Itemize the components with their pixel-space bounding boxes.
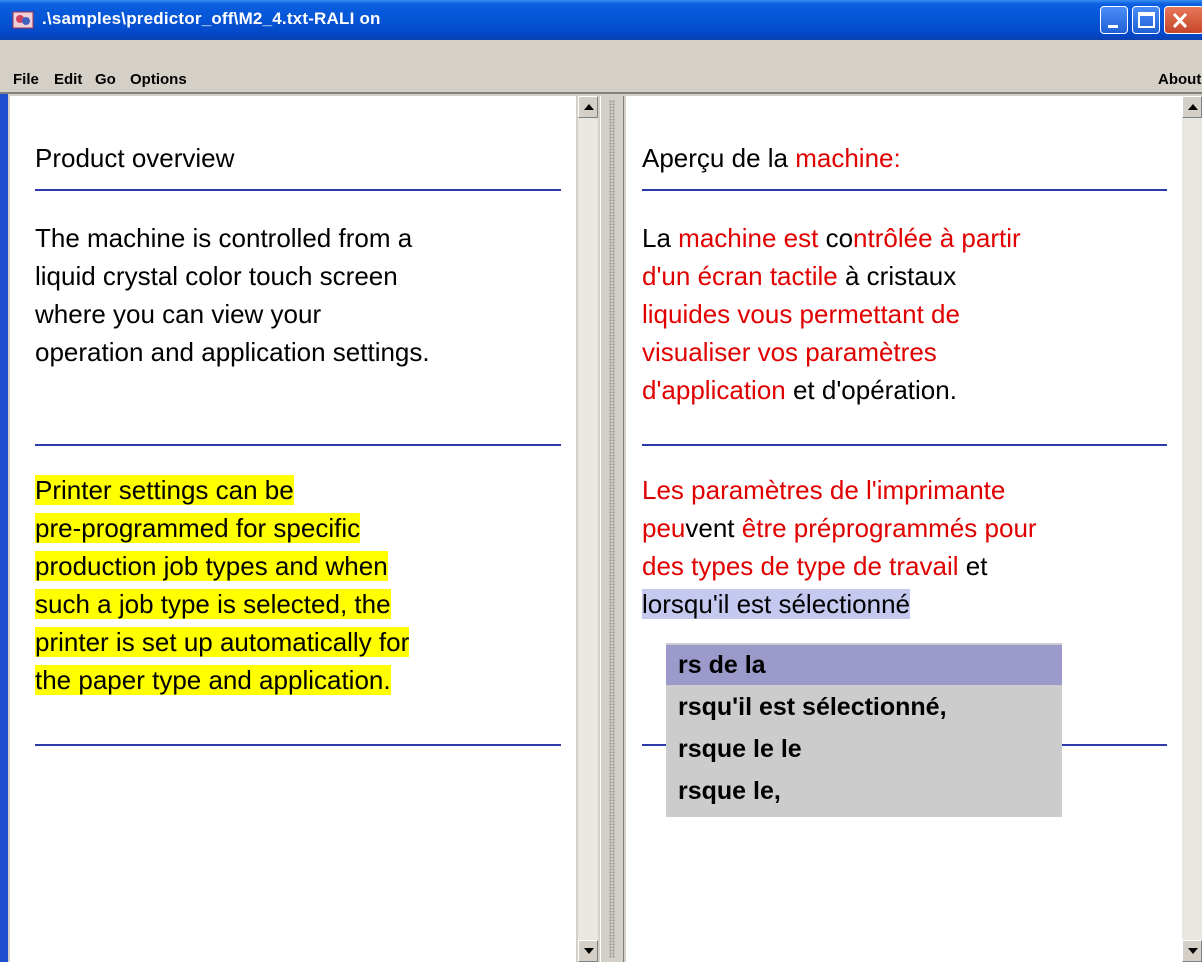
highlighted-source-line: printer is set up automatically for — [35, 623, 410, 661]
source-highlight: printer is set up automatically for — [35, 627, 410, 657]
predicted-text: ntrôlée à partir — [853, 223, 1021, 253]
heading-typed: Aperçu de la — [642, 143, 796, 173]
app-icon[interactable] — [12, 9, 34, 31]
source-line: The machine is controlled from a — [35, 223, 413, 253]
target-line: d'un écran tactile à cristaux — [642, 257, 956, 295]
source-highlight: the paper type and application. — [35, 665, 391, 695]
arrow-up-icon — [584, 104, 594, 110]
typed-text: et d'opération. — [785, 375, 957, 405]
predicted-text: machine est — [678, 223, 819, 253]
highlighted-source-line: Printer settings can be — [35, 471, 294, 509]
menu-edit[interactable]: Edit — [54, 71, 82, 88]
segment-divider — [642, 189, 1167, 191]
target-line: peuvent être préprogrammés pour — [642, 509, 1037, 547]
predicted-text: être préprogrammés pour — [741, 513, 1037, 543]
completion-preview: rsqu'il est sélectionné — [662, 589, 911, 619]
target-line: liquides vous permettant de — [642, 299, 960, 329]
close-button[interactable] — [1164, 6, 1202, 34]
menu-go[interactable]: Go — [95, 71, 116, 88]
highlighted-source-line: production job types and when — [35, 547, 388, 585]
segment-divider — [35, 744, 561, 746]
typed-prefix: lo — [642, 589, 663, 619]
title-bar[interactable]: .\samples\predictor_off\M2_4.txt-RALI on — [0, 0, 1202, 40]
highlighted-source-line: the paper type and application. — [35, 661, 391, 699]
segment-divider — [642, 444, 1167, 446]
menu-options[interactable]: Options — [130, 71, 187, 88]
target-line: des types de type de travail et — [642, 547, 987, 585]
highlighted-source-line: such a job type is selected, the — [35, 585, 391, 623]
menu-separator — [0, 92, 1202, 94]
source-highlight: Printer settings can be — [35, 475, 294, 505]
heading-predicted: machine: — [795, 143, 901, 173]
completion-option[interactable]: rsque le le — [666, 729, 1062, 769]
typed-text: et — [958, 551, 988, 581]
completion-option-selected[interactable]: rs de la — [666, 645, 1062, 685]
scroll-down-button[interactable] — [1182, 940, 1202, 962]
target-line: d'application et d'opération. — [642, 371, 957, 409]
target-line: Les paramètres de l'imprimante — [642, 475, 1006, 505]
segment-divider — [35, 189, 561, 191]
split-pane-divider[interactable] — [600, 96, 624, 962]
current-input-highlight: lorsqu'il est sélectionné — [642, 589, 911, 619]
source-line: liquid crystal color touch screen — [35, 261, 398, 291]
completion-popup[interactable]: rs de la rsqu'il est sélectionné, rsque … — [666, 643, 1062, 817]
source-highlight: pre-programmed for specific — [35, 513, 361, 543]
arrow-down-icon — [1188, 948, 1198, 954]
predicted-text: des types de type de travail — [642, 551, 959, 581]
close-icon — [1172, 12, 1188, 29]
menu-bar: File Edit Go Options About — [0, 40, 1202, 90]
target-heading: Aperçu de la machine: — [642, 139, 901, 177]
minimize-icon — [1108, 25, 1118, 28]
window-title: .\samples\predictor_off\M2_4.txt-RALI on — [42, 9, 381, 28]
predicted-text: d'application — [642, 375, 786, 405]
current-input-line[interactable]: lorsqu'il est sélectionné — [642, 585, 911, 623]
predicted-text: d'un écran tactile — [642, 261, 838, 291]
arrow-up-icon — [1188, 104, 1198, 110]
highlighted-source-line: pre-programmed for specific — [35, 509, 361, 547]
source-text-pane[interactable]: Product overview The machine is controll… — [10, 96, 576, 962]
typed-text: à cristaux — [837, 261, 957, 291]
typed-text: co — [818, 223, 854, 253]
completion-option[interactable]: rsqu'il est sélectionné, — [666, 687, 1062, 727]
source-line: operation and application settings. — [35, 337, 430, 367]
source-heading: Product overview — [35, 143, 235, 173]
translation-pane[interactable]: Aperçu de la machine: La machine est con… — [626, 96, 1182, 962]
completion-option[interactable]: rsque le, — [666, 771, 1062, 811]
typed-text: vent — [685, 513, 742, 543]
menu-about[interactable]: About — [1158, 71, 1201, 88]
scroll-up-button[interactable] — [1182, 96, 1202, 118]
source-highlight: production job types and when — [35, 551, 388, 581]
segment-divider — [35, 444, 561, 446]
left-scrollbar[interactable] — [578, 96, 598, 962]
right-scrollbar[interactable] — [1182, 96, 1202, 962]
target-line: visualiser vos paramètres — [642, 337, 937, 367]
scroll-down-button[interactable] — [578, 940, 598, 962]
source-line: where you can view your — [35, 299, 322, 329]
maximize-icon — [1138, 12, 1155, 28]
arrow-down-icon — [584, 948, 594, 954]
minimize-button[interactable] — [1100, 6, 1128, 34]
source-highlight: such a job type is selected, the — [35, 589, 391, 619]
window-border — [0, 94, 8, 962]
typed-text: La — [642, 223, 679, 253]
menu-file[interactable]: File — [13, 71, 39, 88]
scroll-up-button[interactable] — [578, 96, 598, 118]
splitter-grip — [609, 100, 615, 958]
target-line: La machine est contrôlée à partir — [642, 219, 1021, 257]
predicted-text: peu — [642, 513, 686, 543]
maximize-button[interactable] — [1132, 6, 1160, 34]
